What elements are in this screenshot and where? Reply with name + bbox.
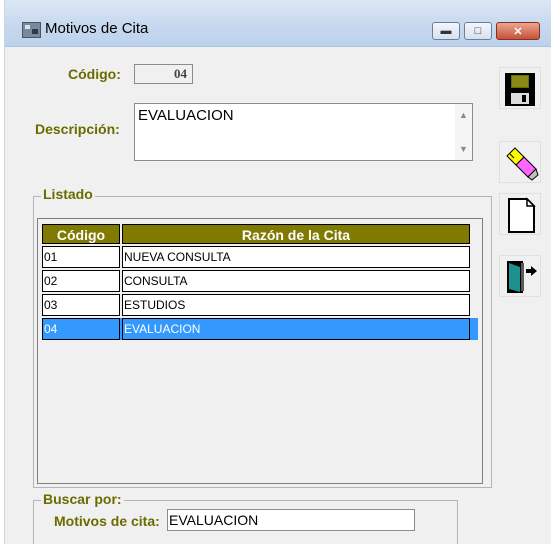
descripcion-text: EVALUACION [138,107,234,124]
minimize-icon: ▬ [440,25,452,37]
row-2-codigo[interactable]: 02 [42,270,120,292]
descripcion-field[interactable]: EVALUACION ▲ ▼ [134,103,473,161]
descripcion-label: Descripción: [35,121,120,137]
column-header-razon[interactable]: Razón de la Cita [122,224,470,244]
app-icon [22,22,41,38]
maximize-icon: □ [474,25,482,37]
title-bar[interactable]: Motivos de Cita ▬ □ ✕ [5,0,551,47]
maximize-button[interactable]: □ [464,22,492,40]
exit-door-icon [507,261,537,293]
buscar-legend: Buscar por: [41,491,124,507]
minimize-button[interactable]: ▬ [432,22,460,40]
codigo-label: Código: [68,66,121,82]
row-2-razon[interactable]: CONSULTA [122,270,470,292]
new-button[interactable] [499,193,541,235]
scroll-up-icon[interactable]: ▲ [459,110,468,120]
descripcion-scrollbar[interactable]: ▲ ▼ [455,104,472,160]
close-icon: ✕ [513,25,523,38]
codigo-field: 04 [134,64,193,84]
window-title: Motivos de Cita [45,20,149,37]
window-left-border [4,0,5,544]
save-button[interactable] [499,67,541,109]
new-document-icon [508,197,536,233]
listado-grid[interactable]: Código Razón de la Cita 01 NUEVA CONSULT… [37,218,483,484]
column-header-codigo[interactable]: Código [42,224,120,244]
eraser-icon [506,147,539,181]
row-3-codigo[interactable]: 03 [42,294,120,316]
close-button[interactable]: ✕ [496,22,540,40]
listado-legend: Listado [41,186,95,202]
row-1-codigo[interactable]: 01 [42,246,120,268]
row-1-razon[interactable]: NUEVA CONSULTA [122,246,470,268]
row-4-codigo[interactable]: 04 [42,318,120,340]
scroll-down-icon[interactable]: ▼ [459,144,468,154]
exit-button[interactable] [499,255,541,297]
row-4-razon[interactable]: EVALUACION [122,318,470,340]
motivos-search-input[interactable]: EVALUACION [167,509,415,531]
clear-button[interactable] [499,141,541,183]
save-disk-icon [505,73,535,106]
motivos-de-cita-window: Motivos de Cita ▬ □ ✕ Código: 04 Descrip… [0,0,551,544]
row-3-razon[interactable]: ESTUDIOS [122,294,470,316]
motivos-de-cita-label: Motivos de cita: [54,513,160,529]
